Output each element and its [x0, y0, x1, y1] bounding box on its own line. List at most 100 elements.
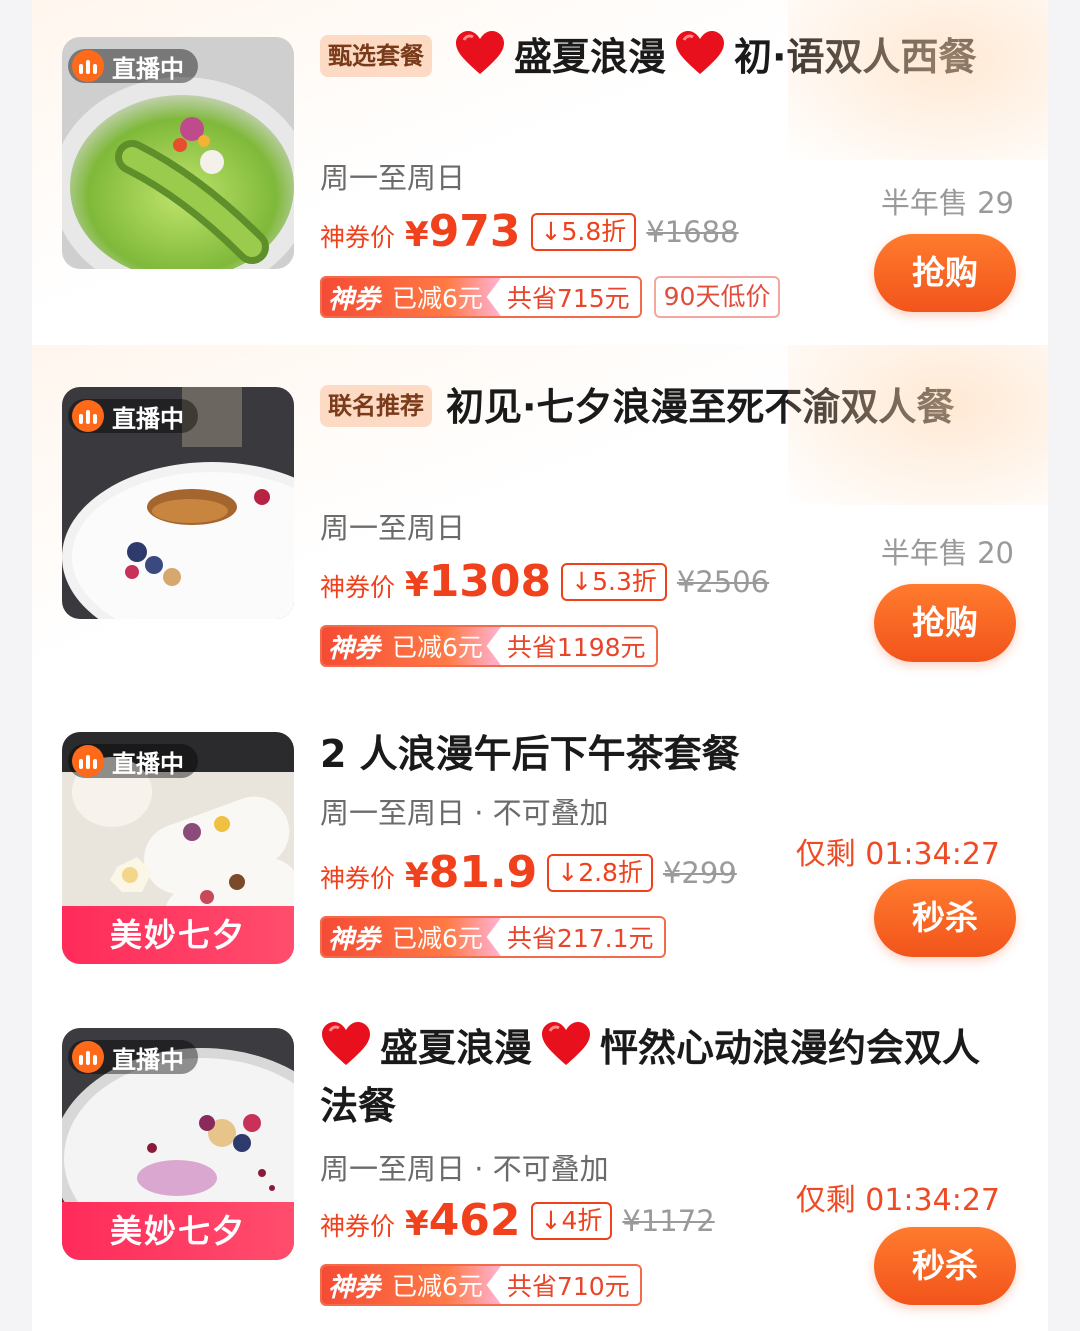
live-badge: 直播中 — [68, 49, 198, 83]
flash-sale-button[interactable]: 秒杀 — [874, 1227, 1016, 1305]
flash-sale-button[interactable]: 秒杀 — [874, 879, 1016, 957]
deal-subtitle: 周一至周日 · 不可叠加 — [320, 796, 609, 830]
price-row: 神券价 ¥ 973 ↓5.8折 ¥1688 — [320, 206, 739, 257]
currency: ¥ — [405, 215, 429, 255]
price-row: 神券价 ¥ 81.9 ↓2.8折 ¥299 — [320, 847, 737, 898]
coupon-label: 神券 — [328, 1272, 381, 1303]
original-price: ¥1688 — [646, 215, 739, 249]
coupon-badge: 神券 已减6元 共省1198元 — [320, 625, 658, 667]
deal-title[interactable]: 联名推荐 初见·七夕浪漫至死不渝双人餐 — [320, 378, 1010, 436]
discount-value: 5.3折 — [592, 567, 657, 596]
live-badge: 直播中 — [68, 1040, 198, 1074]
live-bars-icon — [72, 400, 104, 432]
coupon-saved: 共省217.1元 — [500, 919, 664, 955]
live-bars-icon — [72, 50, 104, 82]
live-label: 直播中 — [112, 54, 184, 83]
deal-tag: 甄选套餐 — [320, 35, 432, 77]
live-label: 直播中 — [112, 404, 184, 433]
price-row: 神券价 ¥ 1308 ↓5.3折 ¥2506 — [320, 556, 769, 607]
red-heart-icon — [676, 31, 725, 74]
buy-button[interactable]: 抢购 — [874, 234, 1016, 312]
red-heart-icon — [456, 31, 504, 74]
price: 1308 — [428, 556, 552, 607]
discount-badge: ↓5.8折 — [530, 213, 637, 251]
currency: ¥ — [405, 565, 429, 605]
deal-title[interactable]: 盛夏浪漫 怦然心动浪漫约会双人法餐 — [320, 1019, 1010, 1135]
coupon-saved: 共省710元 — [500, 1267, 640, 1303]
deal-subtitle: 周一至周日 — [320, 511, 466, 545]
coupon-badge: 神券 已减6元 共省217.1元 — [320, 916, 666, 958]
original-price: ¥2506 — [676, 565, 770, 599]
sales-count: 半年售 29 — [880, 186, 1014, 220]
original-price: ¥1172 — [622, 1204, 715, 1238]
coupon-reduced: 已减6元 — [392, 284, 483, 313]
coupon-label: 神券 — [328, 284, 381, 315]
coupon-label: 神券 — [328, 924, 381, 955]
deal-title[interactable]: 2 人浪漫午后下午茶套餐 — [320, 725, 1010, 783]
discount-badge: ↓5.3折 — [561, 563, 667, 601]
deal-image[interactable]: 直播中 — [62, 37, 294, 269]
price-row: 神券价 ¥ 462 ↓4折 ¥1172 — [320, 1195, 715, 1246]
down-arrow-icon: ↓ — [571, 567, 593, 596]
currency: ¥ — [405, 1204, 429, 1244]
deal-card[interactable]: 直播中 美妙七夕 2 人浪漫午后下午茶套餐 周一至周日 · 不可叠加 仅剩 01… — [32, 695, 1048, 995]
coupon-saved: 共省1198元 — [500, 628, 656, 664]
down-arrow-icon: ↓ — [540, 217, 562, 246]
discount-value: 5.8折 — [561, 217, 627, 246]
deal-list: 直播中 甄选套餐 盛夏浪漫 初·语双人西餐 周一至周日 半年售 29 神券价 ¥ 9… — [32, 0, 1048, 1331]
coupon-label: 神券 — [328, 633, 381, 664]
deal-image[interactable]: 直播中 美妙七夕 — [62, 1028, 294, 1260]
coupon-row: 神券 已减6元 共省710元 — [320, 1264, 642, 1306]
deal-image[interactable]: 直播中 — [62, 387, 294, 619]
live-label: 直播中 — [112, 749, 184, 778]
coupon-badge: 神券 已减6元 共省715元 — [320, 276, 642, 318]
price-label: 神券价 — [320, 1212, 396, 1241]
live-label: 直播中 — [112, 1045, 184, 1074]
red-heart-icon — [542, 1022, 591, 1065]
price-label: 神券价 — [320, 223, 396, 252]
title-part: 盛夏浪漫 — [514, 35, 667, 79]
deal-card[interactable]: 直播中 联名推荐 初见·七夕浪漫至死不渝双人餐 周一至周日 半年售 20 神券价 … — [32, 345, 1048, 695]
countdown-timer: 仅剩 01:34:27 — [795, 837, 1000, 872]
event-banner: 美妙七夕 — [62, 906, 294, 964]
price-label: 神券价 — [320, 864, 396, 893]
coupon-reduced: 已减6元 — [392, 633, 483, 662]
deal-subtitle: 周一至周日 — [320, 161, 466, 195]
coupon-reduced: 已减6元 — [392, 924, 483, 953]
price: 81.9 — [428, 847, 538, 898]
coupon-row: 神券 已减6元 共省715元 90天低价 — [320, 276, 781, 318]
live-badge: 直播中 — [68, 744, 198, 778]
title-part: 初·语双人西餐 — [734, 35, 977, 79]
deal-subtitle: 周一至周日 · 不可叠加 — [320, 1152, 609, 1186]
coupon-row: 神券 已减6元 共省1198元 — [320, 625, 658, 667]
deal-card[interactable]: 直播中 甄选套餐 盛夏浪漫 初·语双人西餐 周一至周日 半年售 29 神券价 ¥ 9… — [32, 0, 1048, 345]
currency: ¥ — [405, 856, 429, 896]
discount-value: 2.8折 — [578, 858, 643, 887]
deal-title[interactable]: 甄选套餐 盛夏浪漫 初·语双人西餐 — [320, 28, 1010, 86]
title-part: 盛夏浪漫 — [380, 1026, 533, 1070]
buy-button[interactable]: 抢购 — [874, 584, 1016, 662]
title-text: 2 人浪漫午后下午茶套餐 — [320, 732, 740, 776]
price-label: 神券价 — [320, 573, 396, 602]
price: 973 — [428, 206, 521, 257]
original-price: ¥299 — [662, 856, 737, 890]
price: 462 — [428, 1195, 521, 1246]
discount-badge: ↓4折 — [530, 1202, 613, 1240]
live-badge: 直播中 — [68, 399, 198, 433]
deal-card[interactable]: 直播中 美妙七夕 盛夏浪漫 怦然心动浪漫约会双人法餐 周一至周日 · 不可叠加 仅… — [32, 995, 1048, 1331]
coupon-saved: 共省715元 — [500, 279, 640, 315]
discount-badge: ↓2.8折 — [547, 854, 653, 892]
countdown-timer: 仅剩 01:34:27 — [795, 1183, 1000, 1218]
coupon-row: 神券 已减6元 共省217.1元 — [320, 916, 666, 958]
sales-count: 半年售 20 — [880, 536, 1014, 570]
down-arrow-icon: ↓ — [540, 1206, 562, 1235]
coupon-badge: 神券 已减6元 共省710元 — [320, 1264, 642, 1306]
coupon-reduced: 已减6元 — [392, 1272, 483, 1301]
low-price-badge: 90天低价 — [653, 276, 781, 318]
red-heart-icon — [322, 1022, 370, 1065]
deal-image[interactable]: 直播中 美妙七夕 — [62, 732, 294, 964]
deal-tag: 联名推荐 — [320, 385, 432, 427]
title-text: 初见·七夕浪漫至死不渝双人餐 — [446, 385, 955, 429]
event-banner: 美妙七夕 — [62, 1202, 294, 1260]
live-bars-icon — [72, 745, 104, 777]
